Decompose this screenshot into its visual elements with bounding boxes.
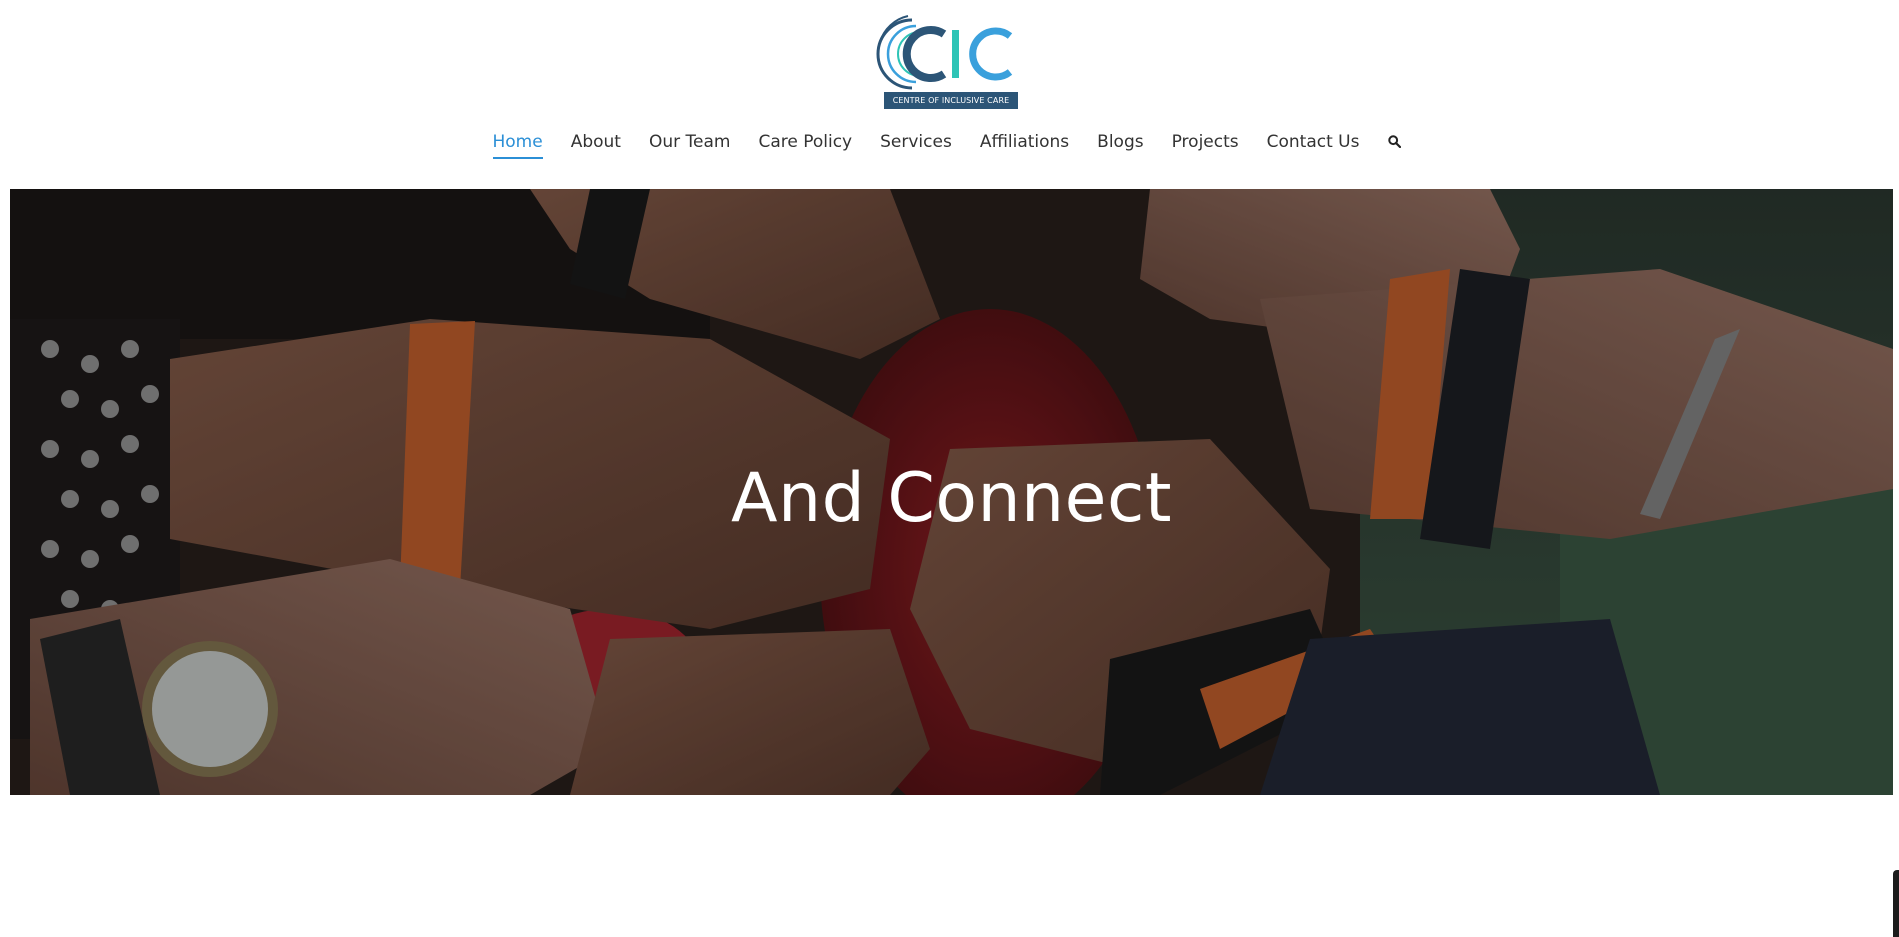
page: CENTRE OF INCLUSIVE CARE Home About Our … — [0, 0, 1899, 937]
nav-item-home[interactable]: Home — [479, 124, 557, 159]
nav-item-our-team[interactable]: Our Team — [635, 124, 744, 156]
site-logo[interactable]: CENTRE OF INCLUSIVE CARE — [872, 12, 1022, 112]
nav-item-services[interactable]: Services — [866, 124, 966, 156]
main-nav: Home About Our Team Care Policy Services… — [0, 124, 1899, 164]
side-widget-tab[interactable] — [1893, 870, 1899, 937]
nav-item-affiliations[interactable]: Affiliations — [966, 124, 1083, 156]
cic-logo-mark — [876, 15, 1013, 90]
nav-item-care-policy[interactable]: Care Policy — [744, 124, 866, 156]
nav-item-blogs[interactable]: Blogs — [1083, 124, 1157, 156]
nav-menu: Home About Our Team Care Policy Services… — [479, 124, 1411, 159]
nav-item-about[interactable]: About — [557, 124, 635, 156]
nav-item-projects[interactable]: Projects — [1158, 124, 1253, 156]
nav-item-contact-us[interactable]: Contact Us — [1253, 124, 1374, 156]
hero-title: And Connect — [730, 459, 1173, 538]
search-icon — [1387, 135, 1401, 149]
search-button[interactable] — [1374, 124, 1411, 156]
hero-banner: And Connect — [10, 189, 1893, 795]
logo-tagline: CENTRE OF INCLUSIVE CARE — [884, 92, 1018, 109]
